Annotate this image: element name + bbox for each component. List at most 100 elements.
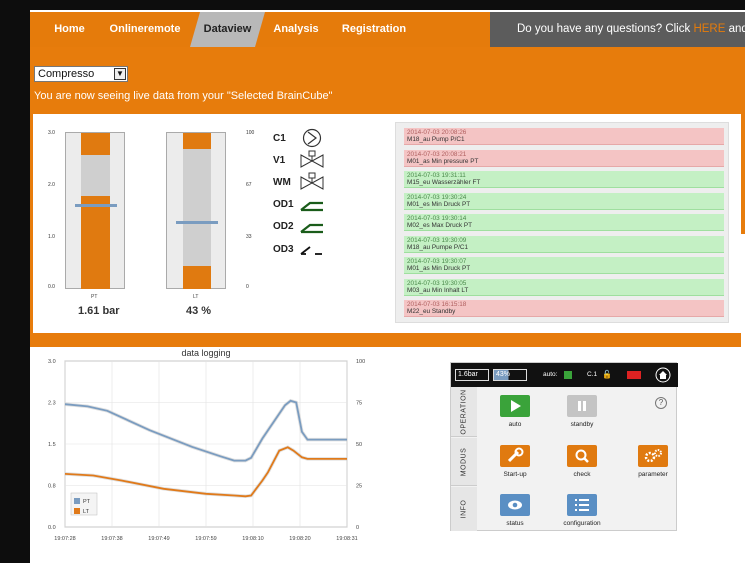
control-status-bar: 1.6bar 43% auto: C.1 🔓 — [451, 363, 678, 387]
help-text-before: Do you have any questions? Click — [517, 23, 694, 35]
chart-y-tick-right: 75 — [356, 401, 362, 407]
alarm-row[interactable]: 2014-07-03 19:30:24 M01_es Min Druck PT — [404, 192, 724, 210]
alarm-time: 2014-07-03 16:15:18 — [407, 301, 467, 308]
device-wm-label: WM — [273, 177, 291, 188]
screen: Home Onlineremote Dataview Analysis Regi… — [0, 0, 745, 563]
check-button-label: check — [573, 471, 591, 478]
top-strip — [0, 0, 745, 10]
alarm-message: M03_au Min Inhalt LT — [407, 286, 469, 294]
standby-button[interactable]: standby — [560, 395, 604, 428]
nav-home[interactable]: Home — [42, 12, 97, 47]
gauge-left-tick: 3.0 — [48, 130, 55, 136]
chart-x-tick: 19:08:20 — [289, 536, 310, 542]
pt-gauge-value: 1.61 bar — [78, 305, 120, 317]
alarm-flag-icon[interactable] — [627, 371, 641, 379]
lt-gauge-top-fill — [183, 133, 211, 149]
lt-gauge-range — [183, 149, 211, 266]
nav-dataview[interactable]: Dataview — [195, 12, 260, 47]
tab-info[interactable]: INFO — [451, 487, 477, 531]
lt-gauge-value: 43 % — [186, 305, 212, 317]
compressor-icon — [302, 128, 322, 148]
alarm-message: M02_es Max Druck PT — [407, 222, 472, 230]
live-data-notice: You are now seeing live data from your "… — [34, 90, 333, 102]
home-icon[interactable] — [655, 367, 671, 383]
main-nav: Home Onlineremote Dataview Analysis Regi… — [30, 12, 745, 47]
alarm-row[interactable]: 2014-07-03 19:30:09 M18_au Pumpe P/C1 — [404, 235, 724, 253]
chart-y-tick-right: 50 — [356, 442, 362, 448]
lt-gauge-level — [183, 266, 211, 289]
device-c1-label: C1 — [273, 133, 286, 144]
gauge-left-tick: 1.0 — [48, 234, 55, 240]
lt-gauge-label: LT — [193, 294, 199, 300]
nav-onlineremote[interactable]: Onlineremote — [105, 12, 185, 47]
help-here-link[interactable]: HERE — [693, 23, 725, 35]
configuration-button[interactable]: configuration — [555, 494, 609, 527]
nav-registration[interactable]: Registration — [335, 12, 413, 47]
gauge-right-tick: 67 — [246, 182, 252, 188]
alarm-time: 2014-07-03 19:30:24 — [407, 193, 467, 201]
alarm-row[interactable]: 2014-07-03 19:30:05 M03_au Min Inhalt LT — [404, 278, 724, 296]
chart-legend-swatch — [74, 508, 80, 514]
pause-icon — [567, 395, 597, 417]
gears-icon — [638, 445, 668, 467]
braincube-select-value: Compresso — [38, 68, 95, 80]
nav-analysis[interactable]: Analysis — [265, 12, 327, 47]
help-text-after: and let us know — [728, 23, 745, 35]
control-panel: 1.6bar 43% auto: C.1 🔓 OPERATION MODUS I… — [450, 362, 678, 531]
alarm-row[interactable]: 2014-07-03 16:15:18 M22_eu Standby — [404, 300, 724, 317]
device-od2-label: OD2 — [273, 221, 294, 232]
od1-switch-icon — [300, 201, 323, 212]
eye-icon — [500, 494, 530, 516]
help-icon[interactable]: ? — [655, 397, 667, 409]
device-v1-label: V1 — [273, 155, 286, 166]
pt-gauge-marker — [75, 204, 117, 207]
chart-legend-label: LT — [83, 509, 90, 515]
alarm-row[interactable]: 2014-07-03 20:08:21 M01_as Min pressure P… — [404, 149, 724, 167]
braincube-select[interactable]: Compresso ▼ — [34, 66, 128, 82]
od3-switch-icon — [300, 246, 322, 255]
chart-y-tick-left: 3.0 — [48, 359, 56, 365]
check-button[interactable]: check — [560, 445, 604, 478]
alarm-time: 2014-07-03 19:30:05 — [407, 279, 467, 287]
alarm-message: M15_eu Wasserzähler FT — [407, 179, 481, 187]
chart-y-tick-left: 0.8 — [48, 484, 56, 490]
status-button[interactable]: status — [495, 494, 535, 527]
chart-y-tick-right: 0 — [356, 525, 359, 531]
alarm-message: M18_au Pumpe P/C1 — [407, 243, 469, 251]
list-icon — [567, 494, 597, 516]
standby-button-label: standby — [570, 421, 594, 428]
startup-button[interactable]: Start-up — [495, 445, 535, 478]
auto-button[interactable]: auto — [495, 395, 535, 428]
left-strip — [0, 0, 30, 563]
device-od1-label: OD1 — [273, 199, 294, 210]
od2-switch-icon — [300, 223, 323, 234]
chart-y-tick-right: 100 — [356, 359, 365, 365]
tab-modus-label: MODUS — [460, 447, 468, 476]
alarm-row[interactable]: 2014-07-03 20:08:26 M18_au Pump P/C1 — [404, 128, 724, 145]
alarm-time: 2014-07-03 19:30:07 — [407, 258, 467, 265]
orange-frame-bottom — [30, 333, 741, 347]
data-logging-chart: data logging 0.0 0 0.8 25 1.5 50 2.3 75 3.0 100 19:… — [48, 348, 365, 542]
tab-operation[interactable]: OPERATION — [451, 387, 477, 437]
alarm-row[interactable]: 2014-07-03 19:30:14 M02_es Max Druck PT — [404, 214, 724, 231]
auto-status-label: auto: — [543, 371, 558, 378]
auto-button-label: auto — [508, 421, 522, 428]
chart-x-tick: 19:07:28 — [54, 536, 75, 542]
startup-button-label: Start-up — [503, 471, 527, 478]
chevron-down-icon[interactable]: ▼ — [114, 68, 126, 80]
pt-gauge-range — [81, 155, 110, 196]
alarm-time: 2014-07-03 20:08:26 — [407, 129, 467, 136]
auto-play-icon — [564, 371, 572, 379]
alarm-list: 2014-07-03 20:08:26 M18_au Pump P/C1 2014-… — [395, 122, 729, 323]
tab-modus[interactable]: MODUS — [451, 438, 477, 486]
chart-title: data logging — [181, 348, 230, 358]
magnifier-icon — [567, 445, 597, 467]
alarm-message: M01_as Min pressure PT — [407, 157, 479, 165]
parameter-button[interactable]: parameter — [631, 445, 675, 478]
chart-x-tick: 19:07:38 — [101, 536, 122, 542]
chart-y-tick-left: 1.5 — [48, 442, 56, 448]
chart-y-tick-right: 25 — [356, 484, 362, 490]
alarm-row[interactable]: 2014-07-03 19:30:07 M01_as Min Druck PT — [404, 257, 724, 274]
alarm-time: 2014-07-03 19:31:11 — [407, 172, 466, 179]
alarm-row[interactable]: 2014-07-03 19:31:11 M15_eu Wasserzähler F… — [404, 171, 724, 188]
